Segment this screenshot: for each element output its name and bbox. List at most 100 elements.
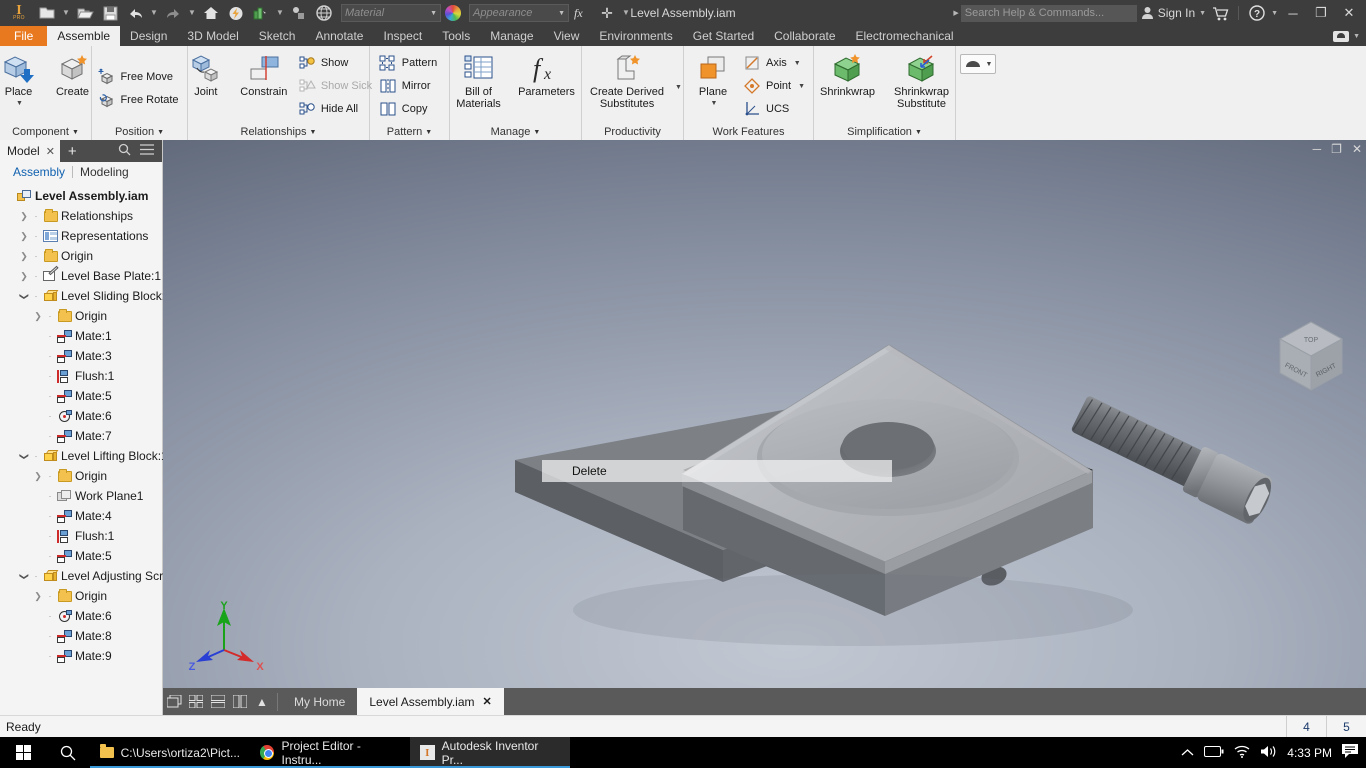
cart-icon[interactable] [1208, 1, 1232, 25]
chevron-right-icon[interactable]: ❯ [18, 271, 30, 282]
tree-node[interactable]: · Mate:5 [0, 546, 162, 566]
material-combo[interactable]: Material ▼ [341, 4, 441, 22]
plane-button[interactable]: Plane ▼ [687, 50, 739, 112]
redo-icon[interactable] [161, 1, 185, 25]
window-restore-button[interactable]: ❐ [1308, 1, 1334, 25]
vertical-split-icon[interactable] [229, 688, 251, 715]
sign-in-button[interactable]: Sign In [1139, 6, 1197, 20]
ucs-button[interactable]: UCS [741, 98, 810, 120]
tab-assemble[interactable]: Assemble [47, 26, 121, 46]
ribbon-group-title-component[interactable]: Component ▼ [0, 124, 91, 140]
assembly-model-graphics[interactable] [163, 140, 1366, 715]
context-menu[interactable]: Delete [542, 460, 892, 482]
shrinkwrap-substitute-button[interactable]: Shrinkwrap Substitute [886, 50, 958, 112]
tab-environments[interactable]: Environments [589, 26, 682, 46]
tab-electromechanical[interactable]: Electromechanical [846, 26, 964, 46]
tree-node[interactable]: Level Assembly.iam [0, 186, 162, 206]
volume-icon[interactable] [1260, 745, 1277, 761]
doc-tab-level-assembly[interactable]: Level Assembly.iam ✕ [357, 688, 504, 715]
taskbar-item-chrome[interactable]: Project Editor - Instru... [250, 737, 410, 768]
bom-icon[interactable] [249, 1, 273, 25]
ribbon-group-title-position[interactable]: Position ▼ [92, 124, 187, 140]
globe-icon[interactable] [312, 1, 336, 25]
appearance-combo[interactable]: Appearance ▼ [469, 4, 569, 22]
chevron-up-icon[interactable] [1181, 746, 1194, 760]
tree-node[interactable]: ❯ · Representations [0, 226, 162, 246]
bill-of-materials-button[interactable]: Bill of Materials [449, 50, 509, 112]
ribbon-group-title-simplification[interactable]: Simplification ▼ [814, 124, 955, 140]
tree-node[interactable]: ❯ · Level Sliding Block:1 [0, 286, 172, 306]
new-file-dropdown-icon[interactable]: ▼ [60, 1, 72, 25]
undo-dropdown-icon[interactable]: ▼ [148, 1, 160, 25]
tree-node[interactable]: · Mate:3 [0, 346, 162, 366]
constrain-button[interactable]: Constrain [234, 50, 294, 100]
tab-manage[interactable]: Manage [480, 26, 543, 46]
plus-icon[interactable]: ✛ [595, 1, 619, 25]
subtab-modeling[interactable]: Modeling [73, 165, 136, 179]
home-icon[interactable] [199, 1, 223, 25]
ribbon-group-title-pattern[interactable]: Pattern ▼ [370, 124, 449, 140]
search-icon[interactable] [118, 143, 131, 159]
window-close-button[interactable]: ✕ [1336, 1, 1362, 25]
3d-viewport[interactable]: ─ ❐ ✕ Delete TOP FRONT RIGHT Y X Z [163, 140, 1366, 715]
mirror-button[interactable]: Mirror [377, 75, 442, 97]
free-rotate-button[interactable]: Free Rotate [95, 89, 183, 111]
tree-node[interactable]: ❯ · Origin [0, 246, 162, 266]
tree-node[interactable]: · Mate:8 [0, 626, 162, 646]
ribbon-group-title-relationships[interactable]: Relationships ▼ [188, 124, 369, 140]
sign-in-dropdown-icon[interactable]: ▼ [1199, 10, 1206, 17]
create-derived-substitutes-button[interactable]: Create Derived Substitutes [583, 50, 671, 112]
view-cube[interactable]: TOP FRONT RIGHT [1266, 312, 1356, 402]
ribbon-options-dropdown-icon[interactable]: ▼ [1353, 33, 1360, 40]
update-icon[interactable] [224, 1, 248, 25]
tab-sketch[interactable]: Sketch [249, 26, 306, 46]
tree-node[interactable]: ❯ · Level Base Plate:1 [0, 265, 162, 286]
redo-dropdown-icon[interactable]: ▼ [186, 1, 198, 25]
undo-icon[interactable] [123, 1, 147, 25]
qat-dropdown-icon[interactable]: ▼ [620, 1, 632, 25]
show-relationships-button[interactable]: Show [296, 52, 377, 74]
taskbar-item-explorer[interactable]: C:\Users\ortiza2\Pict... [90, 737, 250, 768]
expand-up-icon[interactable]: ▲ [251, 688, 273, 715]
tab-view[interactable]: View [544, 26, 590, 46]
tree-node[interactable]: · Work Plane1 [0, 486, 162, 506]
select-icon[interactable] [287, 1, 311, 25]
windows-start-icon[interactable] [0, 737, 46, 768]
bom-dropdown-icon[interactable]: ▼ [274, 1, 286, 25]
fx-icon[interactable]: fx [570, 1, 594, 25]
tab-get-started[interactable]: Get Started [683, 26, 764, 46]
tree-node[interactable]: · Mate:6 [0, 606, 162, 626]
tree-node[interactable]: · Mate:4 [0, 506, 162, 526]
free-move-button[interactable]: Free Move [95, 66, 183, 88]
viewport-minimize-button[interactable]: ─ [1313, 142, 1322, 156]
camera-icon[interactable] [1333, 30, 1350, 42]
tree-node[interactable]: ❯ · Relationships [0, 206, 162, 226]
doc-tab-my-home[interactable]: My Home [282, 688, 357, 715]
subtab-assembly[interactable]: Assembly [6, 165, 72, 179]
close-icon[interactable]: ✕ [483, 695, 492, 708]
chevron-right-icon[interactable]: ❯ [18, 251, 30, 262]
point-button[interactable]: Point ▼ [741, 75, 810, 97]
chevron-down-icon[interactable]: ❯ [19, 290, 30, 302]
joint-button[interactable]: Joint [180, 50, 232, 100]
close-icon[interactable]: ✕ [46, 145, 55, 158]
action-center-icon[interactable] [1342, 744, 1358, 761]
tree-node[interactable]: · Mate:1 [0, 326, 162, 346]
convert-button[interactable]: ▼ [959, 54, 997, 74]
pattern-button[interactable]: Pattern [377, 52, 442, 74]
copy-button[interactable]: Copy [377, 98, 442, 120]
chevron-right-icon[interactable]: ❯ [18, 231, 30, 242]
help-icon[interactable]: ? [1245, 1, 1269, 25]
browser-tab-model[interactable]: Model ✕ [0, 140, 60, 162]
place-dropdown-icon[interactable]: ▼ [16, 98, 23, 110]
tree-node[interactable]: · Flush:1 [0, 366, 162, 386]
tree-node[interactable]: ❯ · Origin [0, 306, 162, 326]
viewport-close-button[interactable]: ✕ [1352, 142, 1362, 156]
tab-tools[interactable]: Tools [432, 26, 480, 46]
axis-dropdown-icon[interactable]: ▼ [794, 60, 801, 67]
tab-design[interactable]: Design [120, 26, 177, 46]
tab-collaborate[interactable]: Collaborate [764, 26, 845, 46]
axis-button[interactable]: Axis ▼ [741, 52, 810, 74]
tree-node[interactable]: ❯ · Level Lifting Block:1 [0, 446, 168, 466]
window-minimize-button[interactable]: ─ [1280, 1, 1306, 25]
